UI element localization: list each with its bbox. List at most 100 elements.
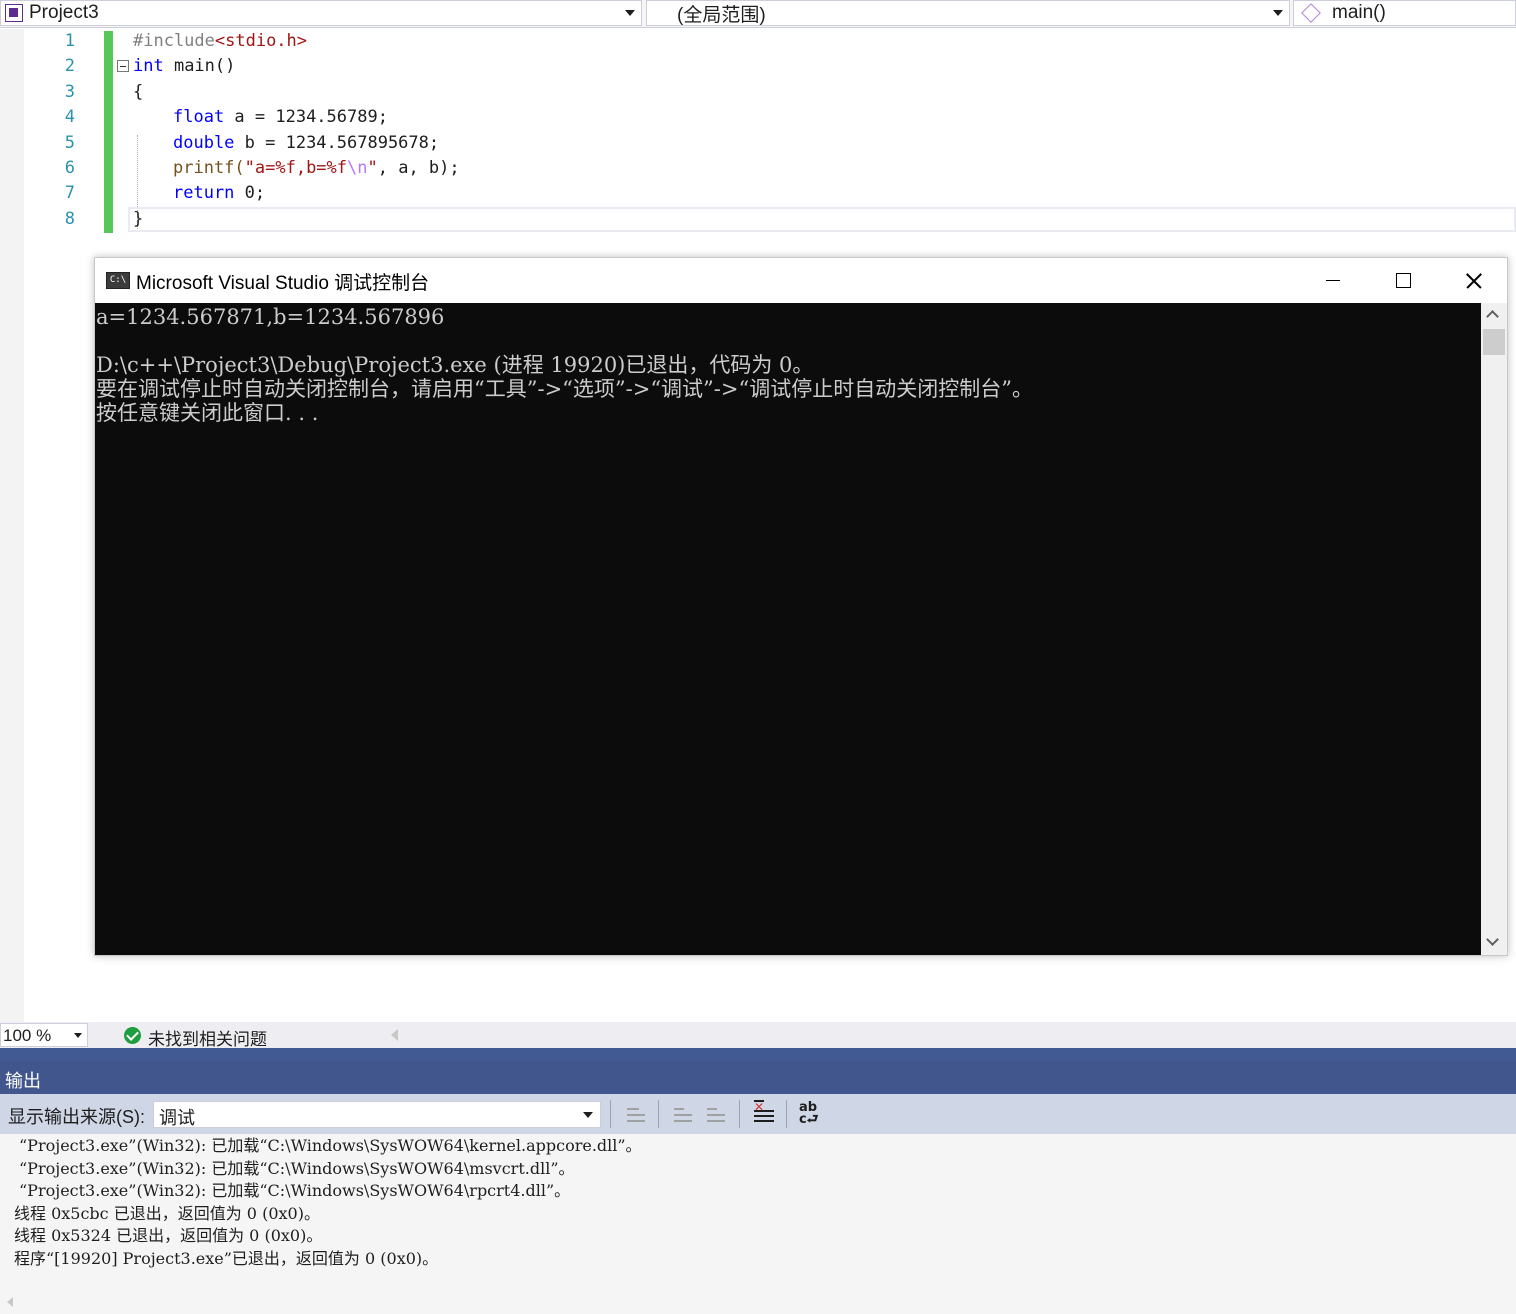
zoom-dropdown[interactable]: 100 % [0,1023,88,1047]
code-line-8: } [133,207,460,232]
line-number: 6 [64,157,75,178]
output-toolbar: 显示输出来源(S): 调试 ✕ ab c⮐ [0,1094,1516,1134]
lines-icon-stroke [707,1120,725,1122]
lines-icon-stroke [674,1120,692,1122]
line-numbers: 1 2 3 4 5 6 7 8 [24,29,80,232]
code-line-6: printf("a=%f,b=%f\n", a, b); [133,156,460,181]
chevron-down-icon [74,1033,82,1038]
output-line: “Project3.exe”(Win32): 已加载“C:\Windows\Sy… [19,1136,642,1155]
editor-margin [0,29,24,1022]
code-line-4: float a = 1234.56789; [133,105,460,130]
minimize-button[interactable] [1297,258,1367,302]
clear-all-icon: ✕ [754,1100,765,1114]
code-text: 0; [234,183,266,204]
previous-message-button[interactable] [672,1102,696,1126]
function-name: printf( [173,157,245,178]
output-line: “Project3.exe”(Win32): 已加载“C:\Windows\Sy… [19,1181,571,1200]
console-title-bar[interactable]: C:\ Microsoft Visual Studio 调试控制台 [95,258,1507,302]
debug-console-window[interactable]: C:\ Microsoft Visual Studio 调试控制台 a=1234… [94,257,1508,956]
navigation-bar: Project3 (全局范围) main() [0,0,1516,28]
output-line: 程序“[19920] Project3.exe”已退出，返回值为 0 (0x0)… [14,1248,439,1268]
console-app-icon: C:\ [106,272,130,289]
editor-status-strip: 100 % 未找到相关问题 [0,1022,1516,1050]
keyword: return [173,183,235,204]
code-text: { [133,81,144,102]
code-line-1: #include<stdio.h> [133,29,460,54]
console-output[interactable]: a=1234.567871,b=1234.567896 D:\c++\Proje… [95,303,1481,955]
line-number: 4 [64,107,75,128]
scope-dropdown[interactable]: (全局范围) [646,0,1290,26]
console-line: 按任意键关闭此窗口. . . [96,401,319,425]
cube-icon [1301,3,1321,23]
next-message-button[interactable] [705,1102,729,1126]
lines-icon-stroke [674,1108,684,1110]
member-dropdown[interactable]: main() [1293,0,1516,26]
include-header: <stdio.h> [214,31,308,51]
console-line: a=1234.567871,b=1234.567896 [96,305,445,329]
string-literal-end: " [367,157,378,178]
console-line: D:\c++\Project3\Debug\Project3.exe (进程 1… [96,353,814,377]
toolbar-separator [658,1100,659,1128]
keyword: double [173,132,235,153]
scroll-left-icon[interactable] [391,1029,398,1041]
line-number: 7 [64,183,75,204]
check-circle-icon [124,1027,141,1044]
console-scrollbar[interactable] [1481,303,1507,955]
project-icon [5,4,23,22]
scroll-thumb[interactable] [1483,329,1505,355]
keyword: float [173,107,225,128]
lines-icon-stroke [674,1114,692,1116]
lines-icon-stroke [627,1114,645,1116]
scope-label: (全局范围) [677,4,766,26]
console-line: 要在调试停止时自动关闭控制台，请启用“工具”->“选项”->“调试”->“调试停… [96,377,1033,401]
output-text[interactable]: “Project3.exe”(Win32): 已加载“C:\Windows\Sy… [0,1134,1516,1314]
lines-icon-stroke [754,1110,774,1112]
code-text: main() [163,56,236,77]
line-number: 1 [64,31,75,51]
code-line-3: { [133,80,460,105]
scroll-down-icon[interactable] [1486,933,1499,946]
output-source-label: 显示输出来源(S): [8,1107,145,1127]
chevron-down-icon [583,1112,593,1118]
code-text: a = 1234.56789; [224,107,388,128]
project-name: Project3 [29,2,99,23]
scroll-left-icon[interactable] [7,1297,13,1307]
keyword: int [133,56,164,77]
line-number: 8 [64,208,75,229]
lines-icon-stroke [754,1120,774,1122]
line-number: 2 [64,56,75,77]
clear-all-button[interactable]: ✕ [752,1100,776,1126]
code-text: , a, b); [377,157,460,178]
toggle-word-wrap-button[interactable]: ab c⮐ [799,1100,823,1127]
lines-icon-stroke [627,1120,645,1122]
output-title: 输出 [5,1071,41,1091]
collapse-icon[interactable] [117,60,129,72]
lines-icon-stroke [754,1115,774,1117]
change-tracking-bar [104,31,113,233]
output-line: 线程 0x5cbc 已退出，返回值为 0 (0x0)。 [14,1203,320,1223]
code-text: } [133,208,144,229]
scroll-up-icon[interactable] [1486,310,1499,323]
maximize-icon [1396,273,1411,288]
chevron-down-icon [625,10,635,16]
lines-icon-stroke [707,1114,725,1116]
line-number: 5 [64,132,75,153]
output-source-dropdown[interactable]: 调试 [153,1101,601,1128]
output-header: 输出 [0,1048,1516,1094]
string-literal: "a=%f,b=%f [244,157,348,178]
close-button[interactable] [1437,258,1507,302]
issues-status[interactable]: 未找到相关问题 [148,1025,267,1050]
find-message-button[interactable] [625,1102,649,1126]
maximize-button[interactable] [1367,258,1437,302]
line-number: 3 [64,81,75,102]
project-dropdown[interactable]: Project3 [0,0,642,26]
lines-icon-stroke [627,1108,639,1110]
toolbar-separator [739,1100,740,1128]
code-text: b = 1234.567895678; [234,132,440,153]
preprocessor-directive: #include [133,31,215,51]
code-line-5: double b = 1234.567895678; [133,131,460,156]
code-text[interactable]: #include<stdio.h> int main() { float a =… [133,29,460,232]
lines-icon-stroke [707,1108,717,1110]
word-wrap-icon: ab c⮐ [799,1100,819,1127]
